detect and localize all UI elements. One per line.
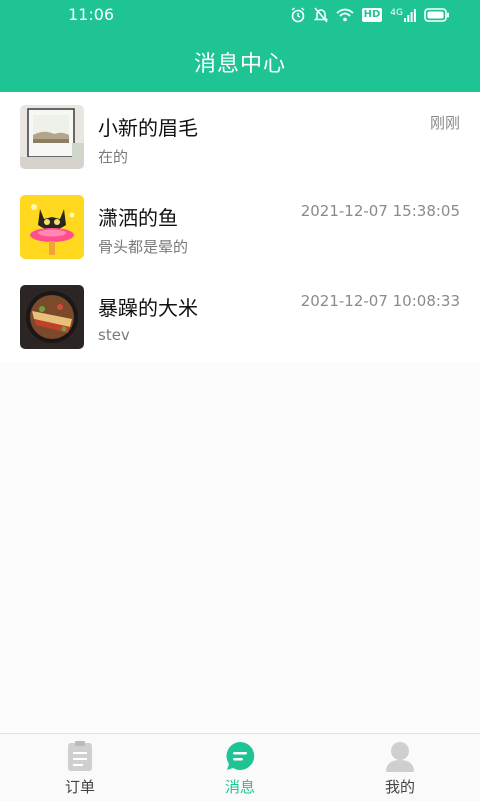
network-type-label: 4G [390, 8, 403, 18]
message-list: 小新的眉毛 在的 刚刚 潇洒的鱼 骨头都是晕的 2021-12-07 15:38… [0, 92, 480, 362]
status-bar: 11:06 HD 4G [0, 0, 480, 30]
signal-icon: 4G [390, 8, 416, 22]
tab-label: 订单 [64, 778, 95, 796]
status-icons: HD 4G [290, 6, 450, 24]
cartoon-cat-avatar [20, 195, 84, 259]
message-time: 刚刚 [429, 114, 460, 132]
message-preview: stev [98, 326, 130, 344]
mute-bell-icon [313, 7, 328, 23]
clipboard-icon [68, 741, 92, 771]
battery-icon [424, 8, 449, 22]
tab-profile[interactable]: 我的 [320, 734, 480, 801]
tab-label: 消息 [224, 778, 255, 796]
contact-name: 小新的眉毛 [98, 116, 198, 140]
contact-name: 暴躁的大米 [98, 296, 198, 320]
tab-label: 我的 [384, 778, 415, 796]
food-pan-avatar [20, 285, 84, 349]
wifi-icon [336, 8, 354, 22]
message-time: 2021-12-07 15:38:05 [300, 202, 460, 220]
app-header: 11:06 HD 4G 消息中心 [0, 0, 480, 92]
message-item[interactable]: 暴躁的大米 stev 2021-12-07 10:08:33 [0, 272, 480, 362]
message-preview: 骨头都是晕的 [98, 238, 189, 256]
tab-orders[interactable]: 订单 [0, 734, 160, 801]
status-time: 11:06 [68, 5, 115, 24]
message-preview: 在的 [98, 148, 129, 166]
message-item[interactable]: 潇洒的鱼 骨头都是晕的 2021-12-07 15:38:05 [0, 182, 480, 272]
hd-badge: HD [361, 8, 383, 22]
page-title: 消息中心 [193, 52, 286, 77]
room-photo-avatar [20, 105, 84, 169]
alarm-icon [291, 7, 305, 23]
contact-name: 潇洒的鱼 [98, 206, 178, 230]
message-time: 2021-12-07 10:08:33 [300, 292, 460, 310]
message-item[interactable]: 小新的眉毛 在的 刚刚 [0, 92, 480, 182]
bottom-tabbar: 订单 消息 我的 [0, 733, 480, 801]
tab-messages[interactable]: 消息 [160, 734, 320, 801]
chat-bubble-icon [226, 741, 255, 770]
user-icon [386, 742, 414, 772]
